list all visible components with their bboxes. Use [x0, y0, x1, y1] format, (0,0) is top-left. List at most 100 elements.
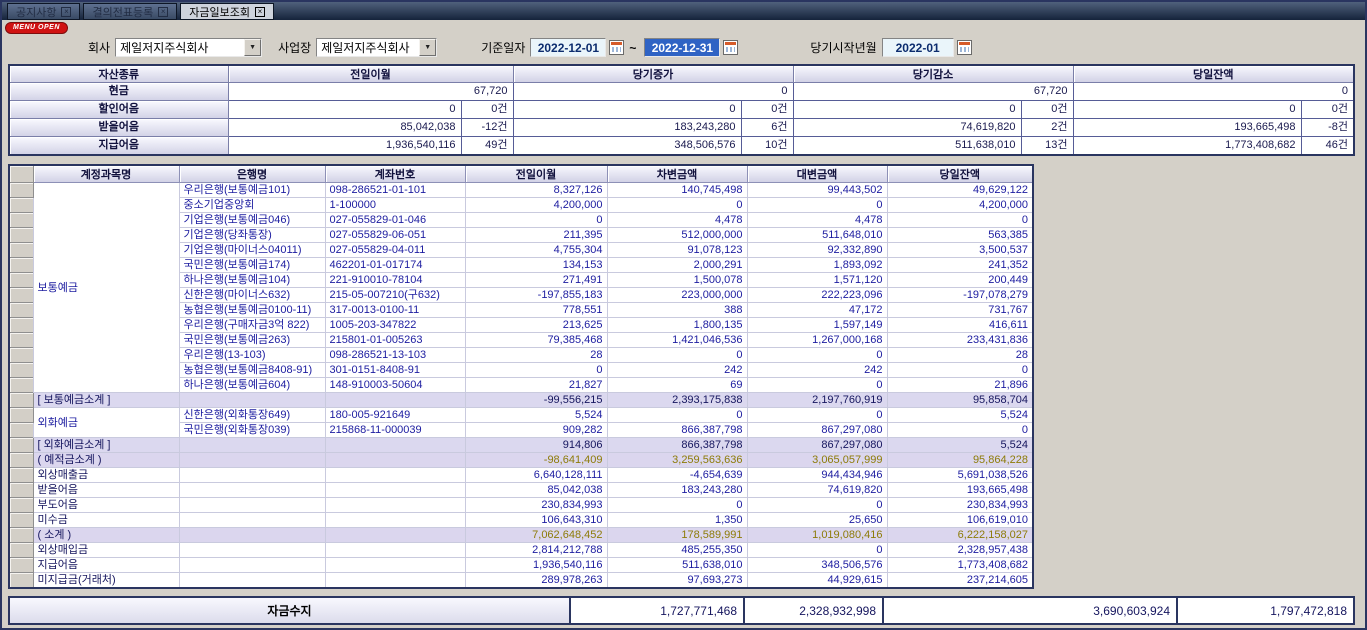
summary-row[interactable]: 받을어음85,042,038-12건183,243,2806건74,619,82…	[9, 119, 1354, 137]
base-date-from-input[interactable]: 2022-12-01	[530, 38, 606, 57]
detail-row[interactable]: ( 예적금소계 )-98,641,4093,259,563,6363,065,0…	[9, 453, 1033, 468]
amount-cell: 778,551	[465, 303, 607, 318]
detail-row[interactable]: 받을어음85,042,038183,243,28074,619,820193,6…	[9, 483, 1033, 498]
tab-close-icon[interactable]: ×	[61, 7, 71, 17]
row-selector[interactable]	[9, 243, 33, 258]
row-selector[interactable]	[9, 348, 33, 363]
tab-voucher-entry[interactable]: 결의전표등록 ×	[83, 3, 177, 20]
row-selector[interactable]	[9, 528, 33, 543]
calendar-icon[interactable]	[957, 40, 972, 55]
summary-count: -12건	[461, 119, 513, 137]
detail-row[interactable]: 외화예금신한은행(외화통장649)180-005-9216495,524005,…	[9, 408, 1033, 423]
summary-amount: 1,936,540,116	[228, 137, 461, 156]
empty-cell	[179, 468, 325, 483]
detail-row[interactable]: 지급어음1,936,540,116511,638,010348,506,5761…	[9, 558, 1033, 573]
amount-cell: -98,641,409	[465, 453, 607, 468]
row-selector[interactable]	[9, 573, 33, 589]
row-selector[interactable]	[9, 183, 33, 198]
account-number: 027-055829-01-046	[325, 213, 465, 228]
bank-name: 국민은행(보통예금263)	[179, 333, 325, 348]
row-selector[interactable]	[9, 273, 33, 288]
row-selector[interactable]	[9, 288, 33, 303]
account-number: 098-286521-13-103	[325, 348, 465, 363]
bank-name: 농협은행(보통예금8408-91)	[179, 363, 325, 378]
amount-cell: 4,200,000	[465, 198, 607, 213]
company-select[interactable]: 제일저지주식회사 ▼	[115, 38, 262, 57]
row-selector[interactable]	[9, 393, 33, 408]
summary-count: 0건	[461, 101, 513, 119]
chevron-down-icon[interactable]: ▼	[419, 39, 436, 56]
amount-cell: 4,200,000	[887, 198, 1033, 213]
header-balance: 당일잔액	[1073, 65, 1354, 83]
row-selector[interactable]	[9, 513, 33, 528]
row-selector[interactable]	[9, 378, 33, 393]
detail-row[interactable]: 미수금106,643,3101,35025,650106,619,010	[9, 513, 1033, 528]
site-label: 사업장	[278, 39, 311, 56]
asset-type-label: 할인어음	[9, 101, 228, 119]
row-selector[interactable]	[9, 318, 33, 333]
amount-cell: 1,421,046,536	[607, 333, 747, 348]
summary-header-row: 자산종류 전일이월 당기증가 당기감소 당일잔액	[9, 65, 1354, 83]
row-selector[interactable]	[9, 198, 33, 213]
row-selector[interactable]	[9, 228, 33, 243]
row-selector[interactable]	[9, 498, 33, 513]
row-selector[interactable]	[9, 558, 33, 573]
tab-close-icon[interactable]: ×	[158, 7, 168, 17]
detail-row[interactable]: 미지급금(거래처)289,978,26397,693,27344,929,615…	[9, 573, 1033, 589]
detail-row[interactable]: 외상매출금6,640,128,111-4,654,639944,434,9465…	[9, 468, 1033, 483]
amount-cell: 134,153	[465, 258, 607, 273]
row-selector[interactable]	[9, 438, 33, 453]
calendar-icon[interactable]	[609, 40, 624, 55]
amount-cell: 2,197,760,919	[747, 393, 887, 408]
period-start-input[interactable]: 2022-01	[882, 38, 954, 57]
amount-cell: 1,936,540,116	[465, 558, 607, 573]
amount-cell: 47,172	[747, 303, 887, 318]
tab-daily-funds-report[interactable]: 자금일보조회 ×	[180, 3, 274, 20]
row-label: 받을어음	[33, 483, 179, 498]
row-selector[interactable]	[9, 543, 33, 558]
row-selector[interactable]	[9, 258, 33, 273]
menu-open-button[interactable]: MENU OPEN	[5, 22, 68, 34]
detail-row[interactable]: 보통예금우리은행(보통예금101)098-286521-01-1018,327,…	[9, 183, 1033, 198]
chevron-down-icon[interactable]: ▼	[244, 39, 261, 56]
tab-close-icon[interactable]: ×	[255, 7, 265, 17]
row-selector[interactable]	[9, 408, 33, 423]
detail-row[interactable]: [ 외화예금소계 ]914,806866,387,798867,297,0805…	[9, 438, 1033, 453]
calendar-icon[interactable]	[723, 40, 738, 55]
empty-cell	[179, 453, 325, 468]
bank-name: 농협은행(보통예금0100-11)	[179, 303, 325, 318]
amount-cell: 1,597,149	[747, 318, 887, 333]
amount-cell: 106,619,010	[887, 513, 1033, 528]
row-selector[interactable]	[9, 303, 33, 318]
detail-row[interactable]: ( 소계 )7,062,648,452178,589,9911,019,080,…	[9, 528, 1033, 543]
empty-cell	[325, 558, 465, 573]
detail-row[interactable]: 외상매입금2,814,212,788485,255,35002,328,957,…	[9, 543, 1033, 558]
detail-row[interactable]: 부도어음230,834,99300230,834,993	[9, 498, 1033, 513]
empty-cell	[179, 558, 325, 573]
summary-row[interactable]: 할인어음00건00건00건00건	[9, 101, 1354, 119]
empty-cell	[325, 543, 465, 558]
row-selector[interactable]	[9, 363, 33, 378]
amount-cell: 0	[465, 213, 607, 228]
amount-cell: 25,650	[747, 513, 887, 528]
row-selector[interactable]	[9, 483, 33, 498]
summary-amount: 0	[513, 101, 741, 119]
account-number: 1005-203-347822	[325, 318, 465, 333]
bank-name: 우리은행(보통예금101)	[179, 183, 325, 198]
row-selector[interactable]	[9, 468, 33, 483]
summary-count: 0건	[1301, 101, 1354, 119]
summary-row[interactable]: 지급어음1,936,540,11649건348,506,57610건511,63…	[9, 137, 1354, 156]
amount-cell: 237,214,605	[887, 573, 1033, 589]
summary-row[interactable]: 현금67,720067,7200	[9, 83, 1354, 101]
row-selector[interactable]	[9, 423, 33, 438]
amount-cell: 0	[747, 498, 887, 513]
site-select[interactable]: 제일저지주식회사 ▼	[316, 38, 437, 57]
header-bank-name: 은행명	[179, 165, 325, 183]
row-selector[interactable]	[9, 453, 33, 468]
tab-notice[interactable]: 공지사항 ×	[7, 3, 80, 20]
detail-row[interactable]: [ 보통예금소계 ]-99,556,2152,393,175,8382,197,…	[9, 393, 1033, 408]
row-selector[interactable]	[9, 213, 33, 228]
company-label: 회사	[88, 39, 110, 56]
base-date-to-input[interactable]: 2022-12-31	[644, 38, 720, 57]
row-selector[interactable]	[9, 333, 33, 348]
